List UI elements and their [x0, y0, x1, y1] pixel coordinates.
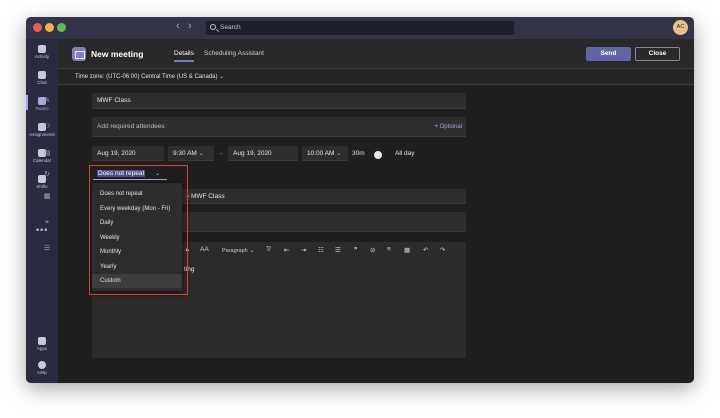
bell-icon — [38, 45, 46, 53]
channel-icon: ▦ — [43, 193, 51, 200]
meeting-icon — [72, 47, 86, 61]
rail-item-assignments[interactable]: Assignments — [26, 123, 58, 137]
add-people-icon: ⚇ — [43, 123, 51, 130]
link-icon[interactable]: ⊘ — [370, 246, 375, 254]
rail-item-label: Assignments — [29, 132, 55, 137]
optional-attendees-link[interactable]: + Optional — [434, 117, 462, 137]
edit-icon: ✎ — [44, 97, 50, 104]
chevron-down-icon: ⌄ — [336, 151, 342, 157]
page-title: New meeting — [91, 49, 144, 59]
help-icon — [38, 361, 46, 369]
channel-value: MWF Class — [190, 193, 225, 200]
meeting-title-value: MWF Class — [97, 97, 131, 104]
duration-label: 30m — [352, 150, 365, 157]
rail-item-label: Calendar — [32, 158, 52, 163]
increase-indent-icon[interactable]: ⇥ — [301, 246, 306, 254]
paragraph-dropdown[interactable]: Paragraph ⌄ — [222, 247, 254, 254]
end-date-field[interactable]: Aug 19, 2020 — [228, 146, 298, 161]
chevron-down-icon: ⌄ — [249, 248, 255, 254]
rail-item-label: Help — [37, 370, 47, 375]
end-time-field[interactable]: 10:00 AM ⌄ — [302, 146, 348, 161]
tab-details[interactable]: Details — [174, 50, 194, 62]
details-icon: ☰ — [43, 245, 51, 252]
bulleted-list-icon[interactable]: ☷ — [318, 246, 324, 254]
arrow-right-icon: → — [217, 150, 224, 157]
paragraph-label: Paragraph — [222, 248, 248, 254]
meeting-header: New meeting Details Scheduling Assistant… — [58, 39, 694, 69]
rail-item-shifts[interactable]: Shifts — [26, 175, 58, 189]
rail-item-teams[interactable]: Teams — [26, 95, 58, 111]
attendees-placeholder: Add required attendees — [97, 123, 165, 130]
timezone-bar: Time zone: (UTC-06:00) Central Time (US … — [58, 69, 694, 85]
avatar[interactable]: AC — [673, 20, 688, 35]
numbered-list-icon[interactable]: ☰ — [335, 246, 341, 254]
chevron-down-icon: ⌄ — [219, 74, 225, 80]
channel-field[interactable]: › MWF Class — [182, 189, 466, 204]
all-day-label: All day — [395, 150, 415, 157]
quote-icon[interactable]: ❞ — [354, 246, 358, 254]
rail-item-activity[interactable]: Activity — [26, 45, 58, 59]
chevron-down-icon: ⌄ — [198, 151, 204, 157]
location-icon: ⌖ — [45, 219, 49, 226]
close-button[interactable]: Close — [635, 47, 680, 61]
search-icon — [210, 24, 216, 30]
rail-item-label: Chat — [37, 80, 47, 85]
annotation-highlight-box — [89, 165, 188, 295]
rail-item-label: Teams — [35, 106, 49, 111]
search-placeholder: Search — [220, 24, 241, 31]
location-field[interactable] — [182, 212, 466, 232]
app-rail: Activity Chat Teams Assignments Calendar… — [26, 39, 58, 383]
rail-item-label: Apps — [36, 346, 48, 351]
forward-arrow-icon[interactable]: › — [188, 20, 192, 32]
attendees-field[interactable]: Add required attendees + Optional — [92, 117, 466, 137]
clear-format-icon[interactable]: T̸ — [266, 246, 270, 253]
maximize-window-button[interactable] — [57, 23, 66, 32]
tab-scheduling-assistant[interactable]: Scheduling Assistant — [204, 50, 264, 57]
calendar-icon: ▤ — [43, 150, 51, 157]
minimize-window-button[interactable] — [45, 23, 54, 32]
start-time-value: 9:30 AM — [173, 150, 197, 157]
end-time-value: 10:00 AM — [307, 150, 335, 157]
rail-item-apps[interactable]: Apps — [26, 337, 58, 351]
start-time-field[interactable]: 9:30 AM ⌄ — [168, 146, 214, 161]
all-day-toggle[interactable] — [374, 151, 382, 159]
timezone-selector[interactable]: Time zone: (UTC-06:00) Central Time (US … — [75, 73, 224, 80]
end-date-value: Aug 19, 2020 — [233, 150, 272, 157]
horizontal-rule-icon[interactable]: ≡ — [387, 246, 391, 253]
start-date-field[interactable]: Aug 19, 2020 — [92, 146, 164, 161]
rail-item-calendar[interactable]: Calendar — [26, 149, 58, 163]
repeat-icon: ↻ — [44, 171, 50, 178]
search-input[interactable]: Search — [206, 21, 514, 35]
rail-item-help[interactable]: Help — [26, 361, 58, 375]
decrease-indent-icon[interactable]: ⇤ — [284, 246, 289, 254]
font-size-button[interactable]: AA — [200, 246, 209, 253]
meeting-title-field[interactable]: MWF Class — [92, 93, 466, 109]
chat-icon — [38, 71, 46, 79]
start-date-value: Aug 19, 2020 — [97, 150, 136, 157]
title-bar: ‹ › Search AC — [26, 17, 694, 39]
send-button[interactable]: Send — [586, 47, 631, 61]
rail-item-label: Shifts — [36, 184, 48, 189]
redo-icon[interactable]: ↷ — [440, 246, 445, 254]
rail-item-label: Activity — [34, 54, 50, 59]
close-window-button[interactable] — [33, 23, 42, 32]
apps-icon — [38, 337, 46, 345]
back-arrow-icon[interactable]: ‹ — [176, 20, 180, 32]
undo-icon[interactable]: ↶ — [423, 246, 428, 254]
rail-item-chat[interactable]: Chat — [26, 71, 58, 85]
timezone-label: Time zone: (UTC-06:00) Central Time (US … — [75, 74, 218, 80]
table-icon[interactable]: ▦ — [404, 246, 410, 254]
